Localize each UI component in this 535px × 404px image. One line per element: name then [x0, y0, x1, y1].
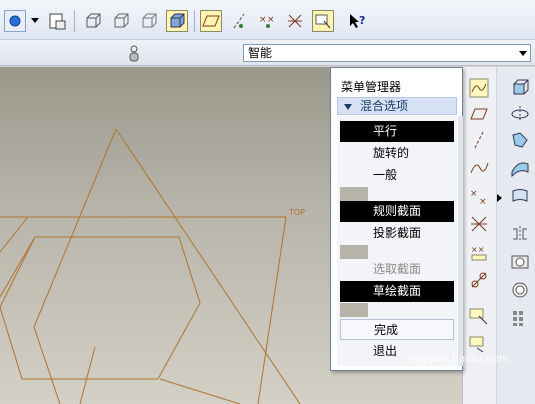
blend-icon[interactable] — [510, 158, 530, 178]
menu-manager-panel: 菜单管理器 混合选项 平行 旋转的 一般 规则截面 投影截面 选取截面 草绘截面… — [330, 67, 463, 371]
filter-value: 智能 — [248, 46, 273, 60]
blend-options-header[interactable]: 混合选项 — [337, 97, 457, 115]
no-hidden-icon[interactable] — [138, 10, 160, 32]
sweep-icon[interactable] — [510, 130, 530, 150]
coord-sys-icon[interactable] — [469, 214, 489, 234]
menu-divider — [340, 303, 368, 317]
blend-options-label: 混合选项 — [360, 99, 409, 113]
revolve-icon[interactable] — [510, 104, 530, 124]
mirror-icon[interactable] — [510, 224, 530, 244]
hidden-line-icon[interactable] — [110, 10, 132, 32]
menu-scrollbar[interactable] — [458, 116, 463, 366]
note-icon[interactable] — [469, 334, 489, 354]
datum-plane-icon[interactable] — [200, 10, 222, 32]
svg-text:×: × — [470, 189, 478, 199]
boundary-blend-icon[interactable] — [510, 186, 530, 206]
menu-item-general[interactable]: 一般 — [340, 165, 454, 186]
svg-text:××: ×× — [471, 245, 484, 254]
datum-label: TOP — [288, 208, 305, 217]
analysis-icon[interactable]: ×× — [469, 242, 489, 262]
svg-text:×: × — [259, 15, 267, 25]
dropdown-arrow-icon[interactable] — [30, 10, 40, 32]
shell-icon[interactable] — [510, 280, 530, 300]
menu-item-projected-sections[interactable]: 投影截面 — [340, 223, 454, 244]
main-toolbar: × × ? — [0, 0, 535, 40]
coord-sys-icon[interactable] — [284, 10, 306, 32]
annotation-icon[interactable] — [469, 306, 489, 326]
lock-icon[interactable] — [128, 43, 140, 66]
filter-toolbar: 智能 — [0, 40, 535, 66]
menu-divider — [340, 187, 368, 201]
saved-view-icon[interactable] — [46, 10, 68, 32]
shaded-icon[interactable] — [166, 10, 188, 32]
annotation-display-icon[interactable] — [312, 10, 334, 32]
menu-item-rotational[interactable]: 旋转的 — [340, 143, 454, 164]
datum-point-icon[interactable]: × × — [469, 186, 489, 207]
menu-item-sketch-sections[interactable]: 草绘截面 — [340, 281, 454, 302]
selection-filter-select[interactable]: 智能 — [243, 44, 531, 62]
pattern-icon[interactable] — [510, 308, 530, 328]
datum-point-icon[interactable]: × × — [256, 10, 278, 32]
svg-text:×: × — [267, 15, 275, 25]
datum-plane-icon[interactable] — [469, 104, 489, 124]
context-help-icon[interactable]: ? — [346, 10, 368, 32]
svg-text:×: × — [479, 197, 487, 206]
extrude-icon[interactable] — [510, 78, 530, 98]
spin-center-icon[interactable] — [4, 10, 26, 32]
wireframe-icon[interactable] — [82, 10, 104, 32]
menu-item-regular-sections[interactable]: 规则截面 — [340, 201, 454, 222]
datum-curve-icon[interactable] — [469, 158, 489, 178]
collapse-triangle-icon — [344, 104, 352, 110]
chevron-down-icon — [519, 51, 527, 56]
chevron-right-icon[interactable] — [496, 192, 504, 212]
separator — [194, 10, 195, 32]
datum-axis-icon[interactable] — [469, 130, 489, 150]
svg-text:?: ? — [359, 14, 365, 27]
watermark: jingyan.baidu.com — [408, 352, 510, 365]
hole-icon[interactable] — [510, 252, 530, 272]
menu-item-select-sections: 选取截面 — [373, 262, 422, 276]
menu-divider — [340, 245, 368, 259]
menu-item-parallel[interactable]: 平行 — [340, 121, 454, 142]
done-button[interactable]: 完成 — [340, 319, 454, 340]
separator — [74, 10, 75, 32]
datum-axis-icon[interactable] — [228, 10, 250, 32]
sketch-tool-icon[interactable] — [469, 78, 489, 98]
menu-item-list: 平行 旋转的 一般 规则截面 投影截面 选取截面 草绘截面 完成 退出 — [337, 116, 457, 366]
reference-icon[interactable] — [469, 270, 489, 290]
menu-manager-title: 菜单管理器 — [341, 80, 402, 94]
